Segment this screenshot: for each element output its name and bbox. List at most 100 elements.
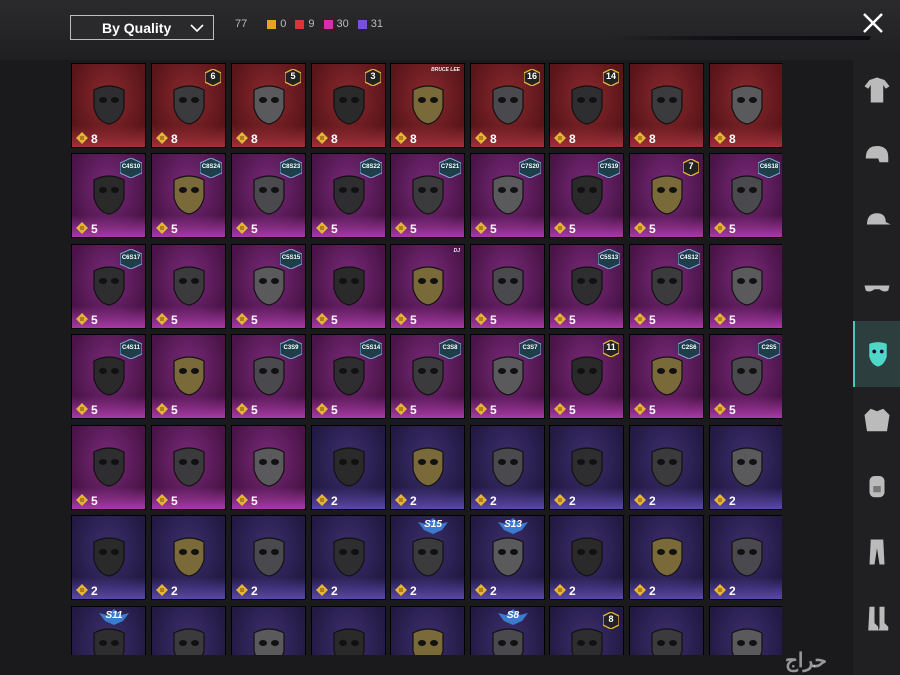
item-card[interactable]: 8 BRUCE LEE [390, 63, 465, 148]
item-value: 5 [729, 313, 736, 327]
item-value: 8 [91, 132, 98, 146]
item-card[interactable]: 5 C8S22 [311, 153, 386, 238]
item-value: 2 [331, 494, 338, 508]
item-card[interactable]: 5 C7S21 [390, 153, 465, 238]
season-badge: C2S6 [677, 338, 701, 360]
item-card[interactable]: 5 C8S24 [151, 153, 226, 238]
sidebar-item-hat[interactable] [853, 189, 900, 255]
item-card[interactable]: 5 C6S17 [71, 244, 146, 329]
item-card[interactable]: 5 [151, 334, 226, 419]
item-card[interactable] [629, 606, 704, 655]
item-card[interactable]: 2 [231, 515, 306, 600]
item-card[interactable]: S11 [71, 606, 146, 655]
sidebar-item-mask[interactable] [853, 321, 900, 387]
item-card[interactable]: 5 [311, 244, 386, 329]
sort-dropdown[interactable]: By Quality [70, 15, 214, 40]
sidebar-item-outfit[interactable] [853, 57, 900, 123]
sidebar-item-glasses[interactable] [853, 255, 900, 321]
item-card[interactable]: 5 C6S18 [709, 153, 782, 238]
season-badge: C8S23 [279, 157, 303, 179]
item-card[interactable]: 5 [71, 425, 146, 510]
item-card[interactable]: S8 [470, 606, 545, 655]
item-card[interactable]: 85 [231, 63, 306, 148]
item-card[interactable]: 83 [311, 63, 386, 148]
item-card[interactable]: 57 [629, 153, 704, 238]
item-card[interactable]: 2 [549, 425, 624, 510]
item-card[interactable]: 5 [151, 244, 226, 329]
coin-icon [236, 403, 248, 415]
item-card[interactable]: 5 C4S11 [71, 334, 146, 419]
item-card[interactable]: 8 14 [549, 63, 624, 148]
item-card[interactable] [231, 606, 306, 655]
item-card[interactable]: 5 C3S9 [231, 334, 306, 419]
close-icon[interactable] [860, 10, 886, 36]
item-card[interactable]: 2 S15 [390, 515, 465, 600]
item-card[interactable]: 5 C4S12 [629, 244, 704, 329]
item-card[interactable]: 2 [390, 425, 465, 510]
item-card[interactable] [709, 606, 782, 655]
item-card[interactable]: 2 [470, 425, 545, 510]
item-card[interactable]: 5 C5S14 [311, 334, 386, 419]
coin-icon [316, 132, 328, 144]
sidebar-item-helmet[interactable] [853, 123, 900, 189]
item-card[interactable]: 5 C7S19 [549, 153, 624, 238]
item-card[interactable]: 8 [549, 606, 624, 655]
item-card[interactable]: 5 11 [549, 334, 624, 419]
rank-badge: S13 [498, 518, 528, 534]
item-value: 5 [91, 222, 98, 236]
item-card[interactable]: 2 [71, 515, 146, 600]
item-card[interactable]: 5 C8S23 [231, 153, 306, 238]
sidebar-item-pants[interactable] [853, 519, 900, 585]
item-card[interactable]: 5 C4S10 [71, 153, 146, 238]
item-card[interactable]: 5 [709, 244, 782, 329]
item-card[interactable] [390, 606, 465, 655]
sidebar-item-shoes[interactable] [853, 585, 900, 651]
item-card[interactable]: 2 [629, 515, 704, 600]
item-card[interactable]: 8 [709, 63, 782, 148]
item-value: 5 [331, 313, 338, 327]
sidebar-item-backpack[interactable] [853, 453, 900, 519]
item-card[interactable]: 2 [311, 425, 386, 510]
item-card[interactable]: 2 [629, 425, 704, 510]
item-card[interactable]: 5 C2S5 [709, 334, 782, 419]
item-card[interactable]: 5 DJ [390, 244, 465, 329]
item-value: 5 [569, 313, 576, 327]
item-card[interactable]: 2 [311, 515, 386, 600]
level-badge: 7 [682, 158, 700, 177]
item-card[interactable]: 2 [709, 425, 782, 510]
item-card[interactable]: 5 C3S7 [470, 334, 545, 419]
item-card[interactable]: 5 C5S13 [549, 244, 624, 329]
item-card[interactable]: 5 C7S20 [470, 153, 545, 238]
item-card[interactable]: 86 [151, 63, 226, 148]
item-value: 2 [410, 494, 417, 508]
category-sidebar [853, 57, 900, 675]
item-card[interactable]: 8 16 [470, 63, 545, 148]
item-value: 2 [251, 584, 258, 598]
sidebar-item-jacket[interactable] [853, 387, 900, 453]
mask-item-icon [173, 447, 205, 487]
item-card[interactable]: 5 C3S8 [390, 334, 465, 419]
item-card[interactable]: 2 S13 [470, 515, 545, 600]
mask-item-icon [492, 266, 524, 306]
item-card[interactable]: 5 C2S6 [629, 334, 704, 419]
item-card[interactable]: 2 [151, 515, 226, 600]
mask-item-icon [93, 628, 125, 655]
coin-icon [395, 313, 407, 325]
mask-item-icon [651, 628, 683, 655]
item-card[interactable] [151, 606, 226, 655]
item-card[interactable] [311, 606, 386, 655]
item-card[interactable]: 8 [71, 63, 146, 148]
season-badge: C3S7 [518, 338, 542, 360]
item-card[interactable]: 2 [549, 515, 624, 600]
mask-item-icon [173, 537, 205, 577]
item-card[interactable]: 8 [629, 63, 704, 148]
mask-item-icon [571, 537, 603, 577]
item-card[interactable]: 5 [470, 244, 545, 329]
item-card[interactable]: 2 [709, 515, 782, 600]
rank-badge: S11 [99, 609, 129, 625]
item-card[interactable]: 5 [151, 425, 226, 510]
item-value: 2 [569, 584, 576, 598]
mask-item-icon [333, 447, 365, 487]
item-card[interactable]: 5 C5S15 [231, 244, 306, 329]
item-card[interactable]: 5 [231, 425, 306, 510]
